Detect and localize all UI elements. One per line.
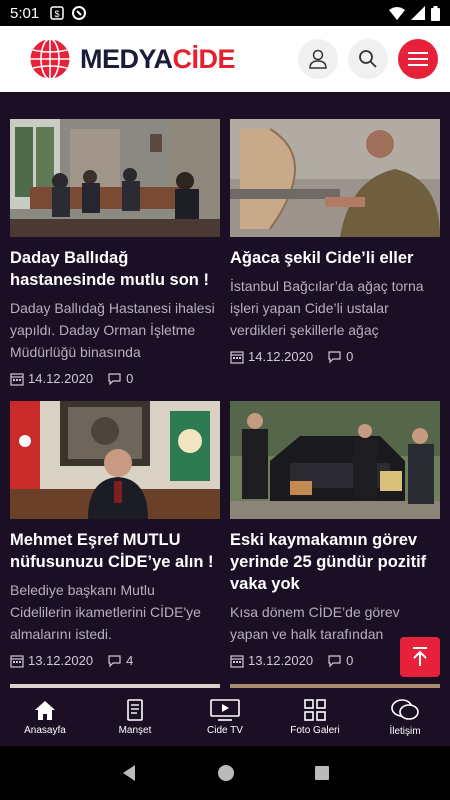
article-title[interactable]: Mehmet Eşref MUTLU nüfusunuzu CİDE’ye al… [10, 529, 220, 573]
article-card[interactable]: Eski kaymakamın görev yerinde 25 gündür … [230, 401, 440, 668]
article-title[interactable]: Eski kaymakamın görev yerinde 25 gündür … [230, 529, 440, 595]
back-icon[interactable] [120, 764, 138, 782]
article-image[interactable] [10, 119, 220, 237]
calendar-icon [230, 654, 244, 668]
sim-icon: $ [50, 6, 64, 20]
article-meta: 13.12.2020 4 [10, 653, 220, 668]
comment-count: 0 [346, 349, 354, 364]
nav-item-iletisim[interactable]: İletişim [360, 688, 450, 746]
nav-label: İletişim [389, 725, 421, 737]
search-button[interactable] [348, 39, 388, 79]
wifi-icon [389, 7, 405, 20]
comments-icon [328, 350, 341, 363]
arrow-up-icon [413, 647, 427, 666]
calendar-icon [10, 372, 24, 386]
comments-icon [108, 372, 121, 385]
article-date: 14.12.2020 [28, 371, 94, 386]
nav-item-anasayfa[interactable]: Anasayfa [0, 688, 90, 746]
logo-text: MEDYACİDE [80, 43, 236, 75]
tv-icon [210, 698, 240, 721]
system-navigation-bar [0, 746, 450, 800]
logo-text-part2: CİDE [172, 43, 236, 74]
app-header: MEDYACİDE [0, 26, 450, 92]
calendar-icon [10, 654, 24, 668]
article-excerpt: Daday Ballıdağ Hastanesi ihalesi yapıldı… [10, 300, 215, 360]
nav-label: Manşet [118, 724, 152, 736]
nav-item-foto-galeri[interactable]: Foto Galeri [270, 688, 360, 746]
comments-icon [108, 654, 121, 667]
battery-icon [431, 5, 440, 21]
article-excerpt: Belediye başkanı Mutlu Cidelilerin ikame… [10, 582, 201, 642]
recents-icon[interactable] [314, 765, 330, 781]
article-card[interactable]: Mehmet Eşref MUTLU nüfusunuzu CİDE’ye al… [10, 401, 220, 668]
article-image[interactable] [10, 401, 220, 519]
status-bar: 5:01 $ [0, 0, 450, 26]
article-card[interactable]: Ağaca şekil Cide’li eller İstanbul Bağcı… [230, 119, 440, 364]
article-image[interactable] [230, 401, 440, 519]
article-date: 13.12.2020 [248, 653, 314, 668]
home-circle-icon[interactable] [217, 764, 235, 782]
nav-label: Cide TV [207, 724, 243, 736]
article-date: 13.12.2020 [28, 653, 94, 668]
hamburger-menu-icon [408, 52, 428, 66]
nav-label: Foto Galeri [290, 724, 340, 736]
article-title[interactable]: Daday Ballıdağ hastanesinde mutlu son ! [10, 247, 220, 291]
user-button[interactable] [298, 39, 338, 79]
document-icon [127, 698, 143, 721]
bottom-navigation: Anasayfa Manşet Cide TV Foto Galeri İlet… [0, 688, 450, 746]
status-time: 5:01 [10, 4, 40, 22]
logo[interactable]: MEDYACİDE [28, 34, 236, 84]
sync-icon [72, 6, 87, 20]
article-image[interactable] [230, 119, 440, 237]
search-icon [359, 50, 377, 68]
nav-label: Anasayfa [24, 724, 66, 736]
gallery-icon [304, 698, 326, 721]
article-card[interactable]: Daday Ballıdağ hastanesinde mutlu son ! … [10, 119, 220, 386]
article-meta: 14.12.2020 0 [230, 349, 440, 364]
nav-item-cide-tv[interactable]: Cide TV [180, 688, 270, 746]
comment-count: 4 [126, 653, 134, 668]
comment-count: 0 [126, 371, 134, 386]
user-icon [309, 49, 327, 69]
svg-text:$: $ [55, 9, 60, 19]
comments-icon [328, 654, 341, 667]
nav-item-manset[interactable]: Manşet [90, 688, 180, 746]
logo-text-part1: MEDYA [80, 43, 173, 74]
article-title[interactable]: Ağaca şekil Cide’li eller [230, 247, 440, 269]
article-grid: Daday Ballıdağ hastanesinde mutlu son ! … [0, 92, 450, 688]
scroll-to-top-button[interactable] [400, 637, 440, 677]
signal-icon [411, 6, 425, 20]
article-excerpt: İstanbul Bağcılar’da ağaç torna işleri y… [230, 278, 424, 338]
menu-button[interactable] [398, 39, 438, 79]
globe-logo-icon [29, 38, 71, 80]
calendar-icon [230, 350, 244, 364]
article-meta: 14.12.2020 0 [10, 371, 220, 386]
home-icon [35, 700, 55, 720]
comment-count: 0 [346, 653, 354, 668]
chat-icon [391, 698, 419, 720]
article-date: 14.12.2020 [248, 349, 314, 364]
